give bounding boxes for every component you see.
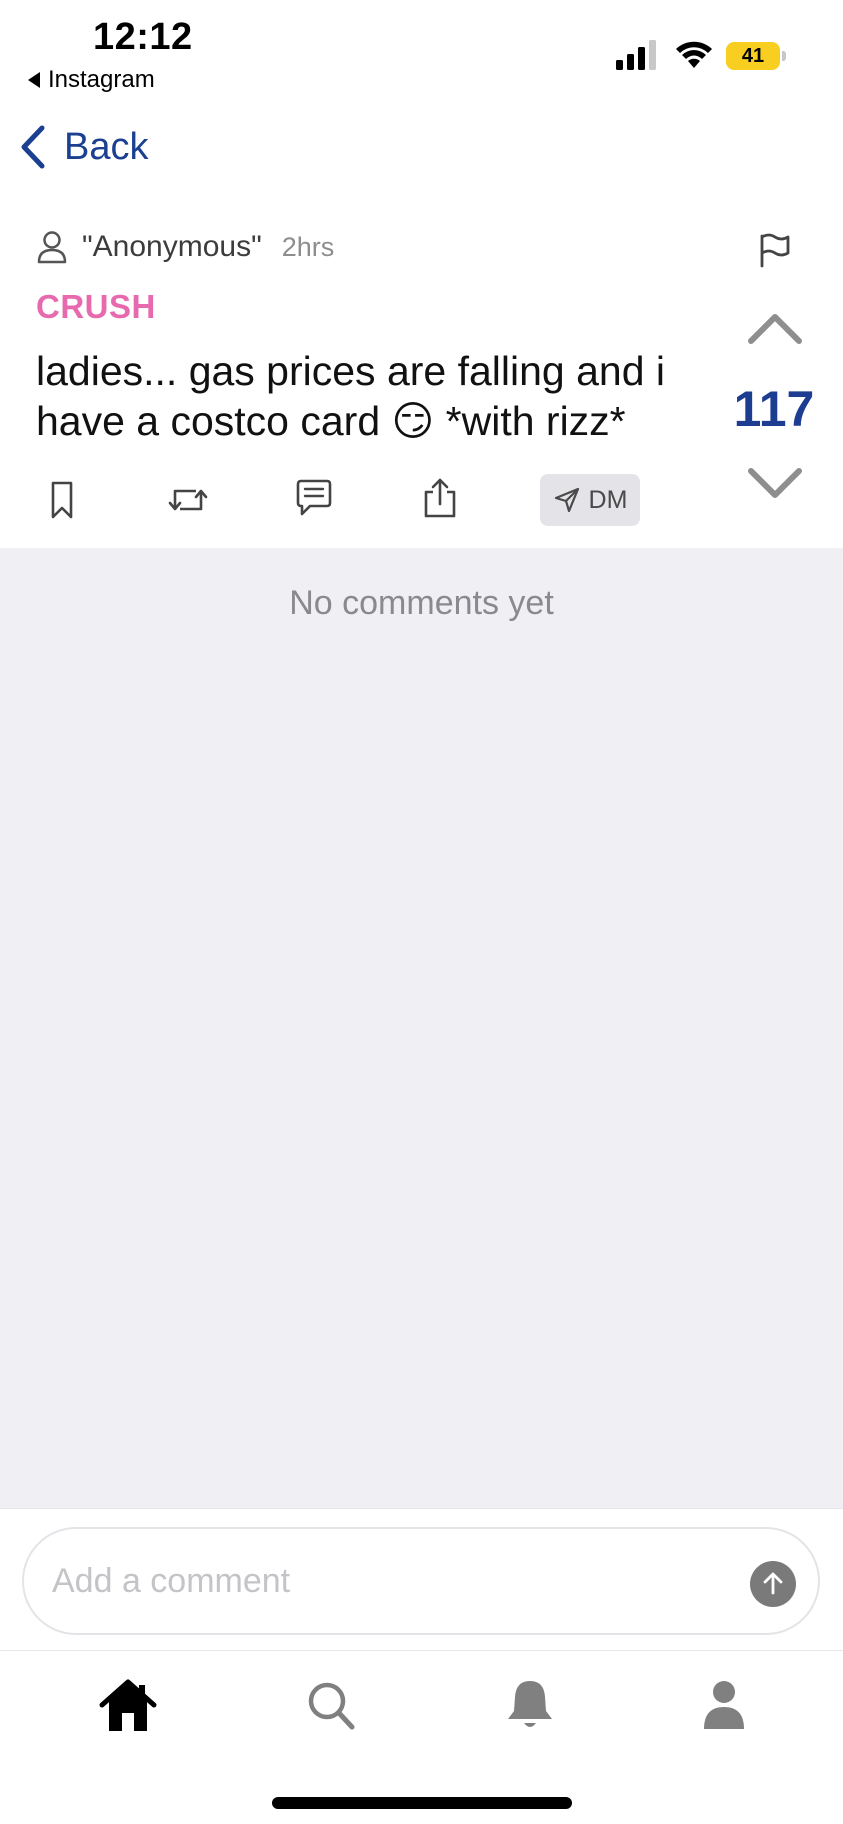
status-time: 12:12	[93, 16, 193, 58]
wifi-icon	[676, 41, 712, 68]
user-icon	[37, 231, 67, 264]
post-card: "Anonymous" 2hrs CRUSH ladies... gas pri…	[0, 200, 843, 548]
share-button[interactable]	[418, 476, 462, 520]
back-to-app-link[interactable]: Instagram	[28, 66, 155, 94]
tab-bar	[0, 1650, 843, 1824]
search-icon	[308, 1682, 355, 1730]
cellular-signal-icon	[616, 40, 656, 70]
bookmark-button[interactable]	[40, 478, 84, 522]
post-meta: "Anonymous" 2hrs	[36, 230, 334, 264]
dm-button[interactable]: DM	[540, 474, 640, 526]
tab-home[interactable]	[96, 1675, 160, 1735]
battery-level: 41	[726, 42, 780, 70]
comment-button[interactable]	[292, 476, 336, 520]
comment-input-wrapper	[22, 1527, 820, 1635]
profile-icon	[704, 1681, 744, 1729]
upvote-chevron-icon[interactable]	[746, 310, 804, 346]
battery-nub	[782, 51, 786, 61]
back-label: Back	[64, 125, 149, 168]
repost-icon	[168, 489, 208, 511]
comments-section[interactable]: No comments yet	[0, 548, 843, 1508]
back-triangle-icon	[28, 72, 40, 88]
post-actions: DM	[0, 470, 700, 530]
flag-icon[interactable]	[756, 232, 792, 268]
send-icon	[554, 487, 579, 513]
post-category: CRUSH	[36, 288, 156, 325]
chevron-left-icon	[21, 125, 45, 169]
share-icon	[424, 478, 456, 518]
battery-icon: 41	[726, 42, 786, 70]
send-comment-button[interactable]	[750, 1561, 796, 1607]
downvote-chevron-icon[interactable]	[746, 466, 804, 502]
no-comments-text: No comments yet	[289, 584, 554, 622]
comment-bar	[0, 1508, 843, 1650]
bookmark-icon	[51, 481, 73, 519]
comment-icon	[296, 479, 332, 516]
post-time-ago: 2hrs	[281, 231, 335, 262]
comment-input[interactable]	[52, 1549, 702, 1613]
post-text: ladies... gas prices are falling and i h…	[36, 348, 666, 444]
back-button[interactable]: Back	[18, 124, 148, 170]
tab-profile[interactable]	[692, 1675, 756, 1735]
tab-search[interactable]	[300, 1675, 364, 1735]
back-app-label: Instagram	[48, 66, 155, 93]
vote-count: 117	[733, 381, 815, 437]
tab-notifications[interactable]	[498, 1675, 562, 1735]
post-author[interactable]: "Anonymous"	[82, 230, 262, 264]
bell-icon	[508, 1681, 552, 1727]
repost-button[interactable]	[166, 478, 210, 522]
status-bar: 12:12 Instagram 41	[0, 0, 843, 100]
arrow-up-icon	[763, 1572, 783, 1595]
home-indicator	[272, 1797, 572, 1809]
dm-label: DM	[588, 485, 628, 514]
home-icon	[99, 1679, 157, 1731]
